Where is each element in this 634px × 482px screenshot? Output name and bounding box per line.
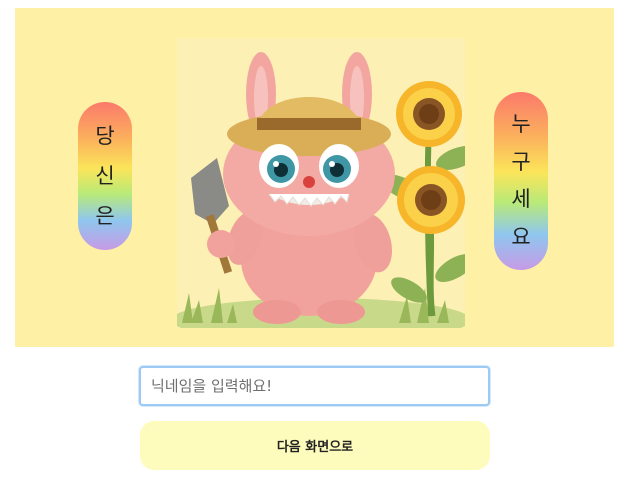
title-left-char: 신 <box>95 163 115 188</box>
title-right-char: 요 <box>511 224 531 249</box>
nickname-input[interactable] <box>139 366 490 406</box>
title-right-char: 누 <box>511 112 531 137</box>
title-left-text: 당 신 은 <box>78 116 132 236</box>
character-illustration <box>177 38 465 328</box>
title-right-pill: 누 구 세 요 <box>494 92 548 270</box>
title-right-char: 구 <box>511 149 531 174</box>
title-left-char: 은 <box>95 203 115 228</box>
title-right-text: 누 구 세 요 <box>494 106 548 256</box>
title-left-char: 당 <box>95 123 115 148</box>
next-screen-button[interactable]: 다음 화면으로 <box>140 421 490 470</box>
title-left-pill: 당 신 은 <box>78 102 132 250</box>
title-right-char: 세 <box>511 187 531 212</box>
